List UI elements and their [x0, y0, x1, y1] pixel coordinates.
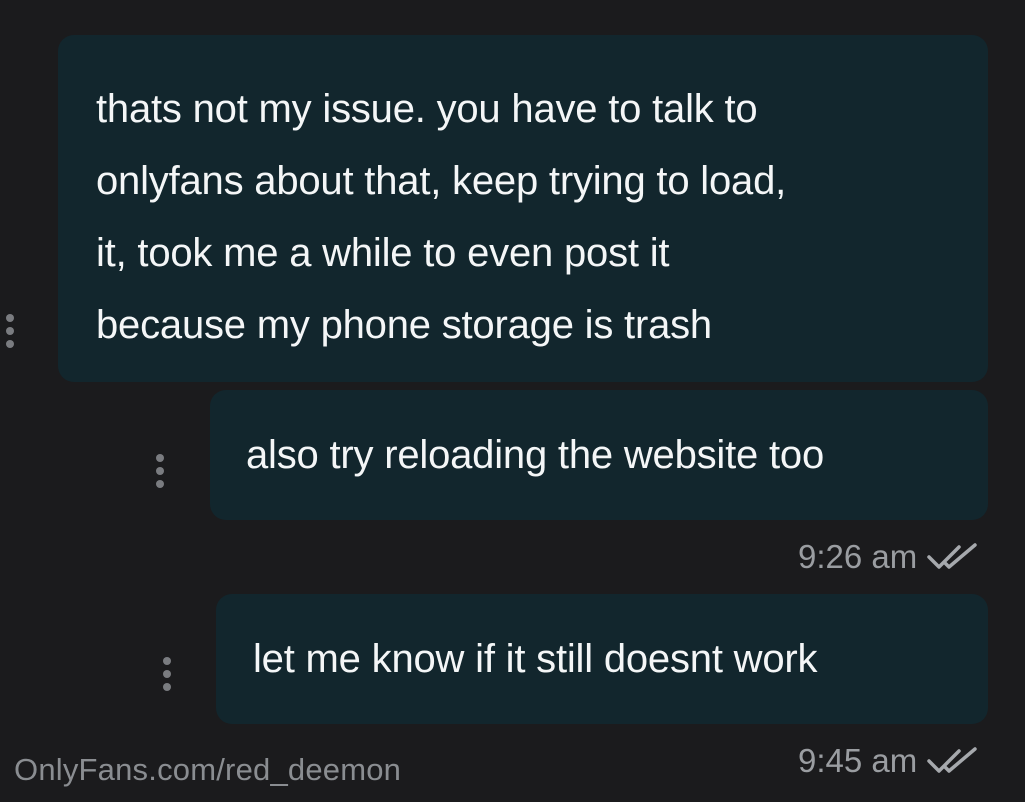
message-bubble[interactable]: let me know if it still doesnt work	[216, 594, 988, 724]
dot	[156, 454, 164, 462]
watermark: OnlyFans.com/red_deemon	[14, 752, 402, 787]
message-bubble[interactable]: thats not my issue. you have to talk to …	[58, 35, 988, 382]
dot	[6, 340, 14, 348]
message-timestamp-row: 9:26 am	[798, 538, 979, 576]
dot	[6, 314, 14, 322]
double-check-icon	[927, 747, 977, 773]
dot	[163, 683, 171, 691]
timestamp: 9:26 am	[798, 538, 918, 575]
dot	[156, 467, 164, 475]
dot	[163, 670, 171, 678]
message-options-icon[interactable]	[153, 454, 167, 488]
dot	[6, 327, 14, 335]
message-options-icon[interactable]	[3, 314, 17, 348]
dot	[156, 480, 164, 488]
message-bubble[interactable]: also try reloading the website too	[210, 390, 988, 520]
message-options-icon[interactable]	[160, 657, 174, 691]
timestamp: 9:45 am	[798, 742, 918, 779]
double-check-icon	[927, 543, 977, 569]
message-text: also try reloading the website too	[246, 433, 824, 477]
message-text: let me know if it still doesnt work	[253, 637, 818, 681]
message-text: thats not my issue. you have to talk to …	[96, 87, 787, 347]
dot	[163, 657, 171, 665]
message-timestamp-row: 9:45 am	[798, 742, 979, 780]
